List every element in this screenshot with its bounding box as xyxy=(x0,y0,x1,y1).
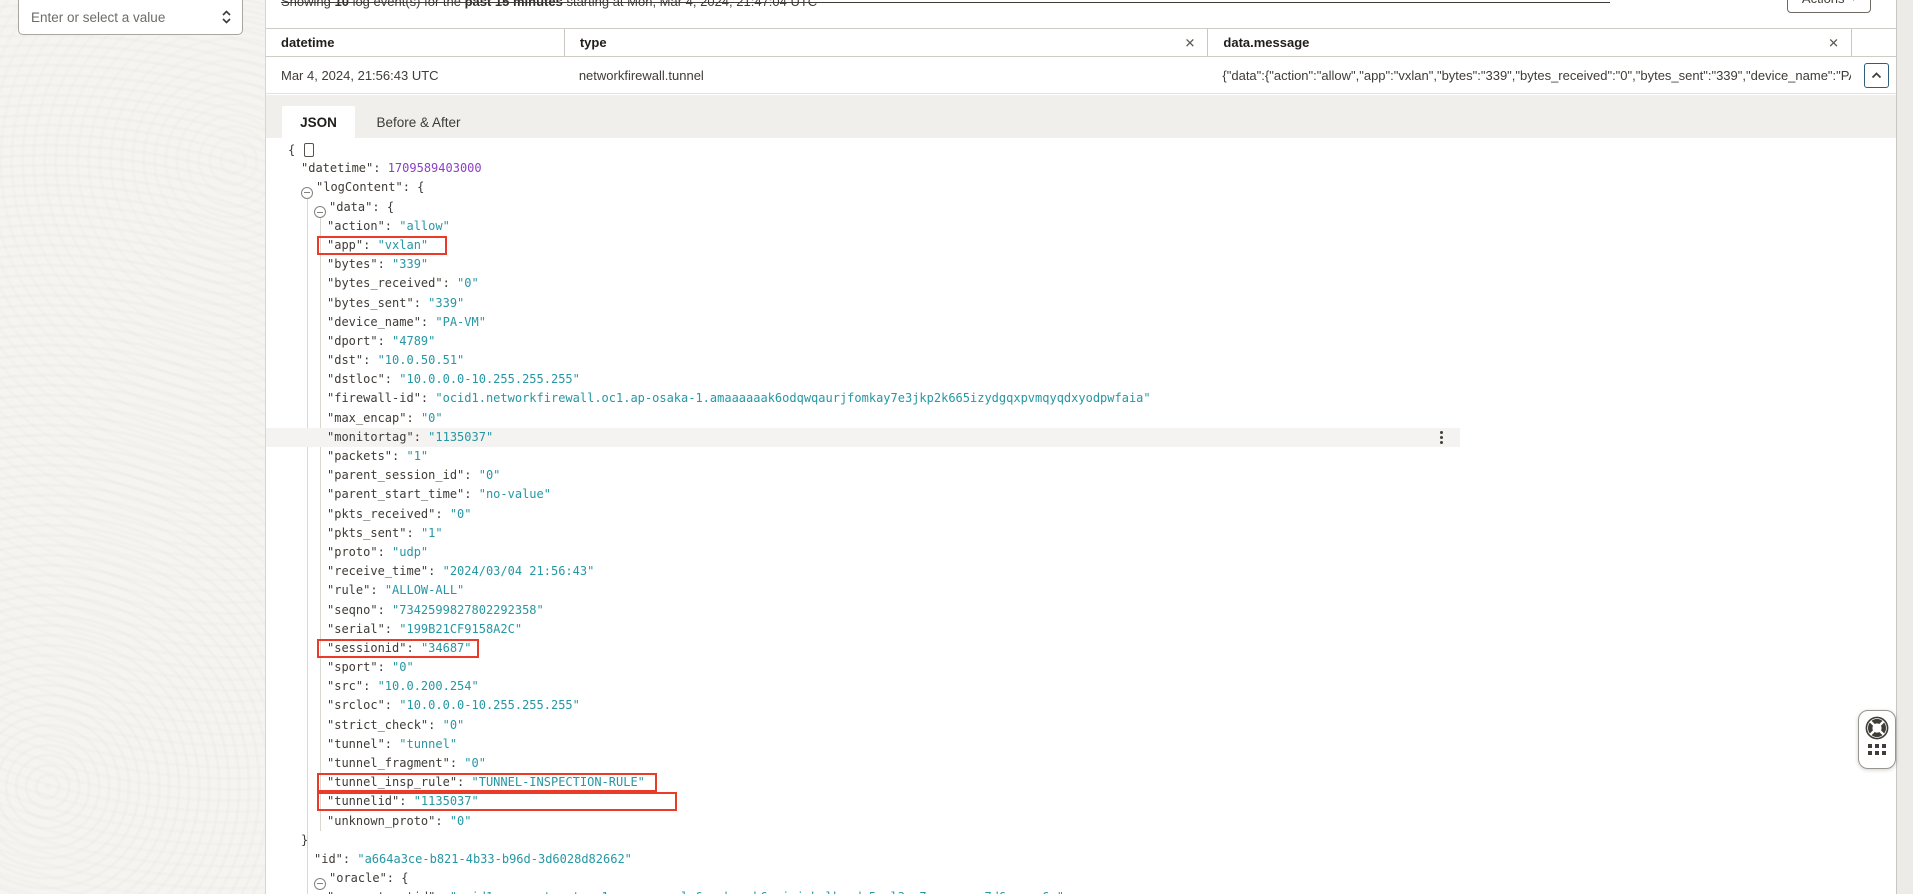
remove-column-type-icon[interactable]: ✕ xyxy=(1185,36,1196,49)
column-header-expand xyxy=(1851,29,1896,56)
json-line-close: } xyxy=(301,832,309,847)
json-line-bytes_sent: "bytes_sent": "339" xyxy=(327,295,465,310)
json-line-unknown_proto: "unknown_proto": "0" xyxy=(327,813,472,828)
log-event-row[interactable]: Mar 4, 2024, 21:56:43 UTC networkfirewal… xyxy=(266,57,1896,94)
json-line-pkts_received: "pkts_received": "0" xyxy=(327,506,472,521)
combobox-stepper-icon[interactable] xyxy=(221,9,232,25)
json-line-src: "src": "10.0.200.254" xyxy=(327,679,479,694)
json-line-action: "action": "allow" xyxy=(327,218,450,233)
json-line-sessionid: "sessionid": "34687" xyxy=(266,638,1896,658)
json-line-dstloc: "dstloc": "10.0.0.0-10.255.255.255" xyxy=(327,372,580,387)
results-table-header: datetime type ✕ data.message ✕ xyxy=(266,28,1896,57)
copy-icon[interactable] xyxy=(304,143,315,157)
filter-value-placeholder: Enter or select a value xyxy=(31,9,166,25)
json-line-firewall-id: "firewall-id": "ocid1.networkfirewall.oc… xyxy=(327,391,1151,406)
column-header-data-message[interactable]: data.message ✕ xyxy=(1207,29,1851,56)
json-detail-body: { "datetime": 1709589403000 "logContent": … xyxy=(266,138,1896,894)
json-line-tunnel: "tunnel": "tunnel" xyxy=(327,736,458,751)
cell-data-message: {"data":{"action":"allow","app":"vxlan",… xyxy=(1222,67,1851,83)
json-line-dst: "dst": "10.0.50.51" xyxy=(327,353,465,368)
annotation-box-sessionid: "sessionid": "34687" xyxy=(317,638,479,658)
app-launcher-dots-icon[interactable] xyxy=(1868,744,1886,755)
floating-help-widget[interactable] xyxy=(1858,710,1896,769)
json-line-max_encap: "max_encap": "0" xyxy=(327,410,443,425)
json-line-srcloc: "srcloc": "10.0.0.0-10.255.255.255" xyxy=(327,698,580,713)
json-line-dport: "dport": "4789" xyxy=(327,333,436,348)
results-toolbar: Showing 10 log event(s) for the past 15 … xyxy=(266,0,1896,28)
column-header-datetime[interactable]: datetime xyxy=(266,29,564,56)
json-line-strict_check: "strict_check": "0" xyxy=(327,717,465,732)
json-line-compartmentid: "compartmentid": "ocid1.compartment.oc1.… xyxy=(266,888,1896,894)
json-line-tunnel_insp_rule: "tunnel_insp_rule": "TUNNEL-INSPECTION-R… xyxy=(266,773,1896,793)
json-line-open: { xyxy=(266,140,1896,159)
log-results-panel: Showing 10 log event(s) for the past 15 … xyxy=(266,0,1897,894)
annotation-box-tunnelid: "tunnelid": "1135037" xyxy=(317,792,677,812)
json-line-serial: "serial": "199B21CF9158A2C" xyxy=(327,621,523,636)
actions-button-clip: Actions ▾ xyxy=(1787,0,1882,13)
annotation-box-tunnel_insp_rule: "tunnel_insp_rule": "TUNNEL-INSPECTION-R… xyxy=(317,773,657,793)
json-line-datetime: "datetime": 1709589403000 xyxy=(301,161,482,176)
json-line-parent_start_time: "parent_start_time": "no-value" xyxy=(327,487,551,502)
lifebuoy-help-icon[interactable] xyxy=(1864,715,1890,741)
column-header-type[interactable]: type ✕ xyxy=(563,29,1208,56)
page: Enter or select a value Showing 10 log e… xyxy=(0,0,1913,894)
json-line-data: "data": { xyxy=(266,198,1896,219)
remove-column-message-icon[interactable]: ✕ xyxy=(1828,36,1839,49)
cell-type: networkfirewall.tunnel xyxy=(578,67,704,83)
tab-json[interactable]: JSON xyxy=(282,106,355,138)
annotation-box-app: "app": "vxlan" xyxy=(317,236,448,256)
json-line-oracle: "oracle": { xyxy=(266,869,1896,890)
detail-tabstrip: JSON Before & After xyxy=(266,95,1896,138)
tab-before-after[interactable]: Before & After xyxy=(355,106,482,138)
json-line-id: "id": "a664a3ce-b821-4b33-b96d-3d6028d82… xyxy=(314,851,632,866)
json-line-bytes_received: "bytes_received": "0" xyxy=(327,276,479,291)
json-line-pkts_sent: "pkts_sent": "1" xyxy=(327,525,443,540)
filter-value-combobox[interactable]: Enter or select a value xyxy=(18,0,243,35)
json-line-logContent: "logContent": { xyxy=(266,178,1896,199)
filter-sidebar: Enter or select a value xyxy=(0,0,266,894)
json-line-sport: "sport": "0" xyxy=(327,660,414,675)
row-actions-kebab-icon[interactable] xyxy=(1440,430,1443,444)
json-line-tunnel_fragment: "tunnel_fragment": "0" xyxy=(327,756,486,770)
json-line-seqno: "seqno": "7342599827802292358" xyxy=(327,602,544,617)
toolbar-divider xyxy=(281,2,1610,3)
caret-down-icon: ▾ xyxy=(1852,0,1857,4)
cell-datetime: Mar 4, 2024, 21:56:43 UTC xyxy=(281,67,439,83)
json-line-tunnelid: "tunnelid": "1135037" xyxy=(266,792,1896,812)
collapse-row-button[interactable] xyxy=(1864,63,1889,88)
json-line-packets: "packets": "1" xyxy=(327,449,429,463)
actions-button[interactable]: Actions ▾ xyxy=(1787,0,1871,13)
json-line-app: "app": "vxlan" xyxy=(266,236,1896,256)
json-line-receive_time: "receive_time": "2024/03/04 21:56:43" xyxy=(327,564,595,579)
json-line-monitortag: "monitortag": "1135037" xyxy=(266,427,1896,448)
json-line-parent_session_id: "parent_session_id": "0" xyxy=(327,468,501,483)
json-line-device_name: "device_name": "PA-VM" xyxy=(327,314,486,329)
cell-expand xyxy=(1851,57,1896,93)
json-line-rule: "rule": "ALLOW-ALL" xyxy=(327,583,465,598)
json-tree: { "datetime": 1709589403000 "logContent": … xyxy=(266,138,1896,894)
json-line-bytes: "bytes": "339" xyxy=(327,257,429,272)
json-line-proto: "proto": "udp" xyxy=(327,544,429,559)
